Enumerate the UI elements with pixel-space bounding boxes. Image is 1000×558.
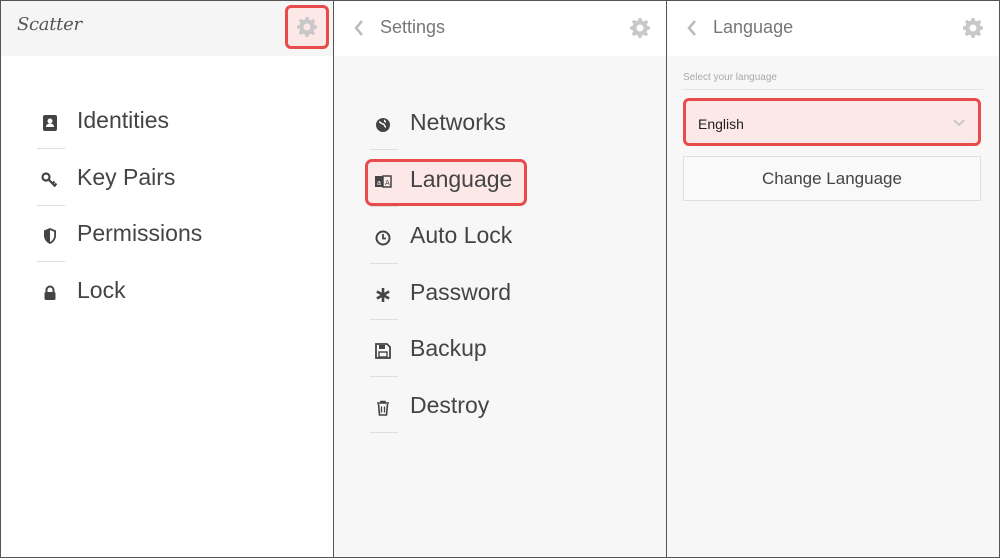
shield-icon xyxy=(41,227,59,245)
identity-card-icon xyxy=(41,114,59,132)
divider xyxy=(370,376,398,377)
language-field-label: Select your language xyxy=(683,72,777,83)
back-chevron-icon[interactable] xyxy=(684,18,700,38)
page-title: Settings xyxy=(380,17,446,37)
menu-item-lock[interactable]: Lock xyxy=(37,272,327,312)
settings-item-language[interactable]: aA Language xyxy=(370,161,660,201)
divider xyxy=(37,261,65,262)
main-header: Scatter xyxy=(1,1,333,56)
menu-item-identities[interactable]: Identities xyxy=(37,102,327,142)
settings-item-backup[interactable]: Backup xyxy=(370,330,660,370)
settings-panel: Settings Networks aA Language Auto Lock … xyxy=(333,0,667,558)
menu-item-label: Destroy xyxy=(410,392,490,418)
globe-icon xyxy=(374,116,392,134)
divider xyxy=(370,432,398,433)
menu-item-label: Lock xyxy=(77,277,126,303)
divider xyxy=(37,205,65,206)
language-header: Language xyxy=(667,1,999,56)
menu-item-label: Language xyxy=(410,166,513,192)
language-icon: aA xyxy=(374,173,392,191)
gear-icon[interactable] xyxy=(630,18,650,38)
gear-icon[interactable] xyxy=(297,17,317,37)
divider xyxy=(683,89,983,90)
language-panel: Language Select your language English Ch… xyxy=(666,0,1000,558)
selected-language: English xyxy=(698,116,744,132)
divider xyxy=(370,263,398,264)
back-chevron-icon[interactable] xyxy=(351,18,367,38)
settings-item-auto-lock[interactable]: Auto Lock xyxy=(370,217,660,257)
divider xyxy=(37,148,65,149)
main-menu-panel: Scatter Identities Key Pairs Permissions… xyxy=(0,0,334,558)
menu-item-label: Key Pairs xyxy=(77,164,176,190)
key-icon xyxy=(41,171,59,189)
page-title: Language xyxy=(713,17,794,37)
menu-item-label: Backup xyxy=(410,335,487,361)
asterisk-icon xyxy=(374,286,392,304)
chevron-down-icon xyxy=(952,117,966,129)
settings-item-destroy[interactable]: Destroy xyxy=(370,387,660,427)
language-select[interactable]: English xyxy=(683,98,981,146)
menu-item-label: Permissions xyxy=(77,220,203,246)
gear-icon[interactable] xyxy=(963,18,983,38)
floppy-disk-icon xyxy=(374,342,392,360)
settings-header: Settings xyxy=(334,1,666,56)
change-language-button[interactable]: Change Language xyxy=(683,156,981,201)
settings-item-networks[interactable]: Networks xyxy=(370,104,660,144)
svg-text:a: a xyxy=(377,180,381,187)
divider xyxy=(370,149,398,150)
menu-item-label: Auto Lock xyxy=(410,222,513,248)
menu-item-key-pairs[interactable]: Key Pairs xyxy=(37,159,327,199)
scatter-logo: Scatter xyxy=(17,14,82,35)
lock-icon xyxy=(41,284,59,302)
trash-icon xyxy=(374,399,392,417)
menu-item-label: Networks xyxy=(410,109,506,135)
svg-text:A: A xyxy=(385,180,390,187)
settings-item-password[interactable]: Password xyxy=(370,274,660,314)
clock-icon xyxy=(374,229,392,247)
menu-item-permissions[interactable]: Permissions xyxy=(37,215,327,255)
divider xyxy=(370,319,398,320)
divider xyxy=(370,206,398,207)
menu-item-label: Identities xyxy=(77,107,170,133)
menu-item-label: Password xyxy=(410,279,511,305)
